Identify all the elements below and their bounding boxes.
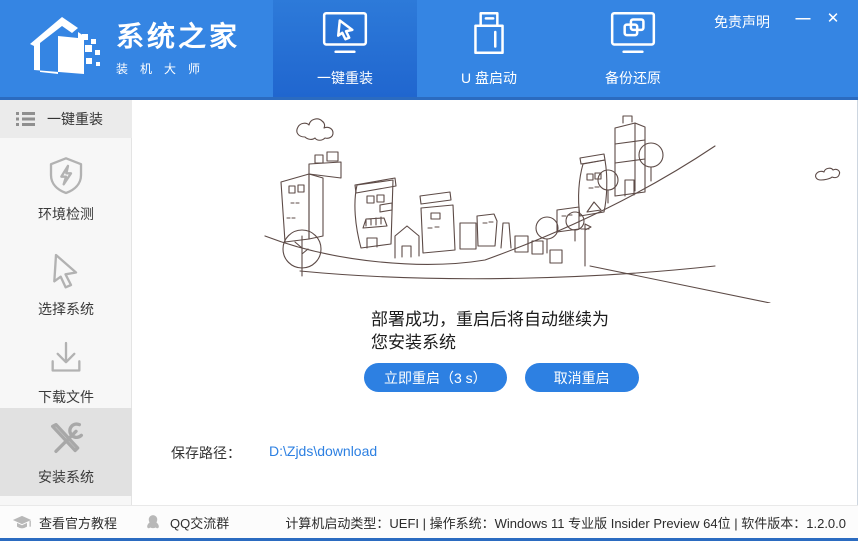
main-nav: 一键重装 U 盘启动 备份还原	[273, 0, 705, 97]
download-icon	[46, 338, 86, 378]
usb-drive-icon	[464, 8, 514, 58]
sidebar-item-env-check[interactable]: 环境检测	[0, 145, 132, 233]
house-logo-icon	[28, 12, 106, 84]
tab-onekey-reinstall[interactable]: 一键重装	[273, 0, 417, 97]
shield-lightning-icon	[46, 155, 86, 195]
app-header: 系统之家 装机大师 一键重装 U 盘启动	[0, 0, 858, 100]
save-path-row: 保存路径： D:\Zjds\download	[171, 443, 377, 463]
deploy-message-line2: 您安装系统	[371, 331, 661, 354]
brand-subtitle: 装机大师	[116, 60, 240, 77]
tab-label: U 盘启动	[461, 68, 517, 88]
foreground-line	[300, 266, 715, 279]
qq-group-label: QQ交流群	[170, 513, 229, 532]
tab-backup-restore[interactable]: 备份还原	[561, 0, 705, 97]
cloud-small	[816, 168, 840, 180]
brand-text: 系统之家 装机大师	[116, 20, 240, 77]
cloud	[297, 119, 333, 140]
system-info: 计算机启动类型：UEFI | 操作系统：Windows 11 专业版 Insid…	[285, 506, 846, 538]
restart-now-button[interactable]: 立即重启（3 s）	[364, 363, 507, 392]
qq-group-link[interactable]: QQ交流群	[143, 513, 229, 532]
qq-penguin-icon	[143, 514, 163, 531]
cancel-restart-button[interactable]: 取消重启	[525, 363, 639, 392]
main-content: 部署成功，重启后将自动继续为 您安装系统 立即重启（3 s） 取消重启 保存路径…	[133, 100, 857, 505]
save-path-value[interactable]: D:\Zjds\download	[269, 443, 377, 463]
sidebar-item-onekey[interactable]: 一键重装	[0, 100, 132, 138]
app-window: 系统之家 装机大师 一键重装 U 盘启动	[0, 0, 858, 541]
sidebar-item-label: 一键重装	[47, 109, 103, 129]
road-line	[590, 266, 770, 303]
tutorial-link[interactable]: 查看官方教程	[12, 513, 117, 532]
sidebar-item-select-system[interactable]: 选择系统	[0, 240, 132, 328]
graduation-cap-icon	[12, 514, 32, 531]
deploy-message-line1: 部署成功，重启后将自动继续为	[371, 308, 661, 331]
sidebar-item-label: 下载文件	[38, 387, 94, 407]
save-path-label: 保存路径：	[171, 443, 241, 463]
list-icon	[16, 111, 35, 127]
sidebar-item-label: 选择系统	[38, 299, 94, 319]
monitor-cursor-icon	[320, 8, 370, 58]
minimize-button[interactable]: —	[792, 8, 814, 30]
sidebar-item-label: 安装系统	[38, 467, 94, 487]
app-logo: 系统之家 装机大师	[28, 12, 240, 84]
sidebar: 一键重装 环境检测 选择系统 下载文件	[0, 100, 132, 505]
disclaimer-link[interactable]: 免责声明	[714, 12, 770, 32]
close-button[interactable]: ✕	[822, 8, 844, 30]
monitor-copy-icon	[608, 8, 658, 58]
hill-line	[265, 146, 715, 264]
brand-title: 系统之家	[116, 20, 240, 54]
tools-icon	[46, 418, 86, 458]
sidebar-item-install-system[interactable]: 安装系统	[0, 408, 132, 496]
restart-button-row: 立即重启（3 s） 取消重启	[364, 363, 639, 392]
status-bar: 查看官方教程 QQ交流群 计算机启动类型：UEFI | 操作系统：Windows…	[0, 505, 858, 538]
tab-usb-boot[interactable]: U 盘启动	[417, 0, 561, 97]
tab-label: 备份还原	[605, 68, 661, 88]
sidebar-item-download-files[interactable]: 下载文件	[0, 328, 132, 416]
tab-label: 一键重装	[317, 68, 373, 88]
sidebar-item-label: 环境检测	[38, 204, 94, 224]
cursor-icon	[46, 250, 86, 290]
tutorial-link-label: 查看官方教程	[39, 513, 117, 532]
deploy-message: 部署成功，重启后将自动继续为 您安装系统	[371, 308, 661, 354]
cityscape-illustration	[245, 108, 855, 303]
